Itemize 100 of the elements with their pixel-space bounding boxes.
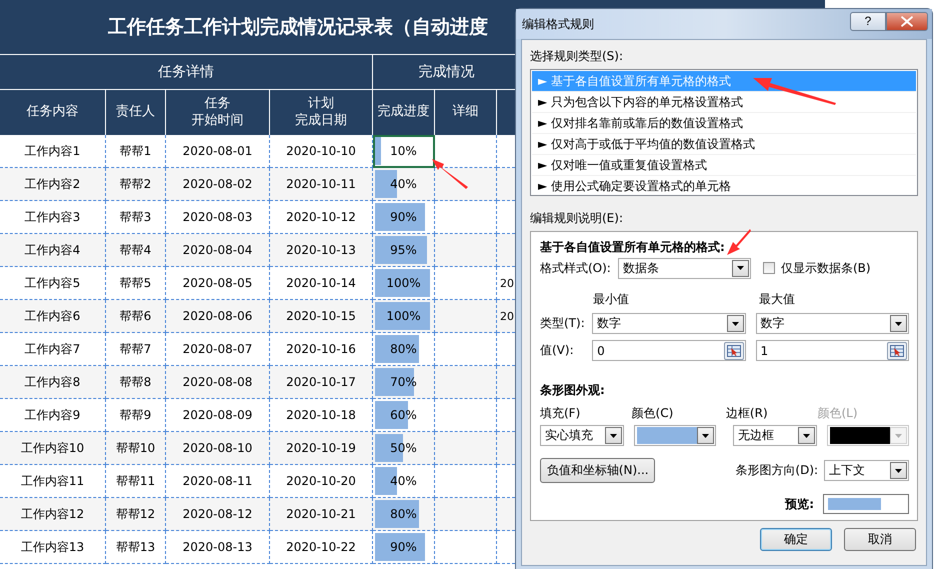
progress-value: 90% — [389, 540, 418, 554]
progress-cell[interactable]: 40% — [373, 465, 435, 498]
table-cell: 2020-08-01 — [166, 135, 270, 168]
table-cell: 2020-10-19 — [270, 432, 373, 465]
table-cell: 帮帮8 — [106, 366, 166, 399]
fill-color-picker[interactable] — [634, 425, 716, 446]
column-heading: 最大值 — [759, 290, 795, 308]
progress-cell[interactable]: 50% — [373, 432, 435, 465]
annotation-arrow — [430, 158, 470, 190]
progress-value: 70% — [389, 375, 418, 389]
format-style-dropdown[interactable]: 数据条 — [618, 258, 751, 278]
max-value-field[interactable]: 1 — [756, 340, 909, 361]
range-picker-icon[interactable] — [887, 342, 907, 360]
progress-cell[interactable]: 100% — [373, 300, 435, 333]
table-cell — [435, 234, 497, 267]
column-header: 计划 — [308, 96, 334, 112]
progress-cell[interactable]: 10% — [373, 135, 435, 168]
table-cell: 2020-10-14 — [270, 267, 373, 300]
table-cell: 帮帮9 — [106, 399, 166, 432]
field-label: 颜色(L) — [817, 404, 859, 422]
rule-type-item[interactable]: ► 仅对排名靠前或靠后的数值设置格式 — [532, 113, 916, 134]
progress-value: 60% — [389, 408, 418, 422]
progress-value: 80% — [389, 507, 418, 521]
column-heading: 最小值 — [593, 290, 630, 308]
table-cell: 帮帮1 — [106, 135, 166, 168]
checkbox[interactable] — [763, 262, 775, 274]
table-cell: 帮帮5 — [106, 267, 166, 300]
axis-settings-button[interactable]: 负值和坐标轴(N)... — [540, 458, 656, 483]
table-cell: 帮帮11 — [106, 465, 166, 498]
table-cell: 2020-10-12 — [270, 201, 373, 234]
table-cell: 工作内容4 — [0, 234, 106, 267]
direction-dropdown[interactable]: 上下文 — [824, 460, 909, 481]
preview-label: 预览: — [785, 497, 814, 511]
table-cell: 2020-10-16 — [270, 333, 373, 366]
rule-type-item[interactable]: ► 仅对唯一值或重复值设置格式 — [532, 155, 916, 176]
table-cell — [435, 498, 497, 531]
table-cell: 2020-10-18 — [270, 399, 373, 432]
fill-dropdown[interactable]: 实心填充 — [540, 425, 624, 446]
table-cell: 2020-08-05 — [166, 267, 270, 300]
table-cell: 帮帮7 — [106, 333, 166, 366]
progress-cell[interactable]: 70% — [373, 366, 435, 399]
table-cell — [435, 267, 497, 300]
progress-value: 50% — [389, 441, 418, 455]
field-label: 值(V): — [540, 342, 575, 359]
table-cell — [435, 168, 497, 201]
table-cell: 帮帮4 — [106, 234, 166, 267]
column-header: 任务内容 — [26, 104, 78, 121]
progress-cell[interactable]: 90% — [373, 531, 435, 564]
rule-type-item[interactable]: ► 使用公式确定要设置格式的单元格 — [532, 176, 916, 197]
progress-value: 90% — [389, 210, 418, 224]
table-cell: 2020-10-10 — [270, 135, 373, 168]
close-button[interactable] — [886, 12, 928, 30]
progress-cell[interactable]: 90% — [373, 201, 435, 234]
rule-type-item[interactable]: ► 仅对高于或低于平均值的数值设置格式 — [532, 134, 916, 155]
table-cell: 2020-10-21 — [270, 498, 373, 531]
table-cell: 帮帮2 — [106, 168, 166, 201]
table-cell: 2020-08-07 — [166, 333, 270, 366]
preview-bar — [828, 498, 882, 510]
progress-value: 40% — [389, 474, 418, 488]
column-header: 责任人 — [116, 104, 155, 121]
table-cell — [435, 432, 497, 465]
progress-value: 100% — [385, 276, 422, 290]
table-cell: 帮帮3 — [106, 201, 166, 234]
max-type-dropdown[interactable]: 数字 — [756, 313, 909, 334]
table-cell: 工作内容7 — [0, 333, 106, 366]
progress-value: 10% — [389, 144, 418, 158]
table-cell: 帮帮13 — [106, 531, 166, 564]
close-icon — [901, 16, 913, 26]
help-button[interactable]: ? — [850, 12, 886, 30]
range-picker-icon[interactable] — [724, 342, 744, 360]
table-cell: 工作内容11 — [0, 465, 106, 498]
progress-value: 40% — [389, 177, 418, 191]
table-cell: 工作内容10 — [0, 432, 106, 465]
table-cell: 2020-08-11 — [166, 465, 270, 498]
min-type-dropdown[interactable]: 数字 — [592, 313, 746, 334]
field-label: 边框(R) — [726, 404, 769, 422]
border-dropdown[interactable]: 无边框 — [733, 425, 817, 446]
ok-button[interactable]: 确定 — [760, 528, 832, 551]
progress-cell[interactable]: 60% — [373, 399, 435, 432]
table-cell: 帮帮10 — [106, 432, 166, 465]
table-cell: 2020-10-20 — [270, 465, 373, 498]
field-label: 颜色(C) — [632, 404, 674, 422]
progress-cell[interactable]: 80% — [373, 333, 435, 366]
min-value-field[interactable]: 0 — [592, 340, 746, 361]
table-cell: 工作内容12 — [0, 498, 106, 531]
field-label: 填充(F) — [540, 404, 582, 422]
column-header: 完成日期 — [295, 112, 347, 129]
progress-cell[interactable]: 95% — [373, 234, 435, 267]
cancel-button[interactable]: 取消 — [844, 528, 916, 551]
description-title: 基于各自值设置所有单元格的格式: — [540, 240, 725, 254]
table-cell: 工作内容2 — [0, 168, 106, 201]
progress-cell[interactable]: 100% — [373, 267, 435, 300]
progress-cell[interactable]: 80% — [373, 498, 435, 531]
table-cell: 2020-08-06 — [166, 300, 270, 333]
progress-cell[interactable]: 40% — [373, 168, 435, 201]
column-header: 完成进度 — [378, 104, 430, 121]
column-header: 开始时间 — [192, 112, 244, 129]
table-cell: 工作内容3 — [0, 201, 106, 234]
progress-value: 100% — [385, 309, 422, 323]
sheet-title: 工作任务工作计划完成情况记录表（自动进度 — [108, 15, 488, 40]
